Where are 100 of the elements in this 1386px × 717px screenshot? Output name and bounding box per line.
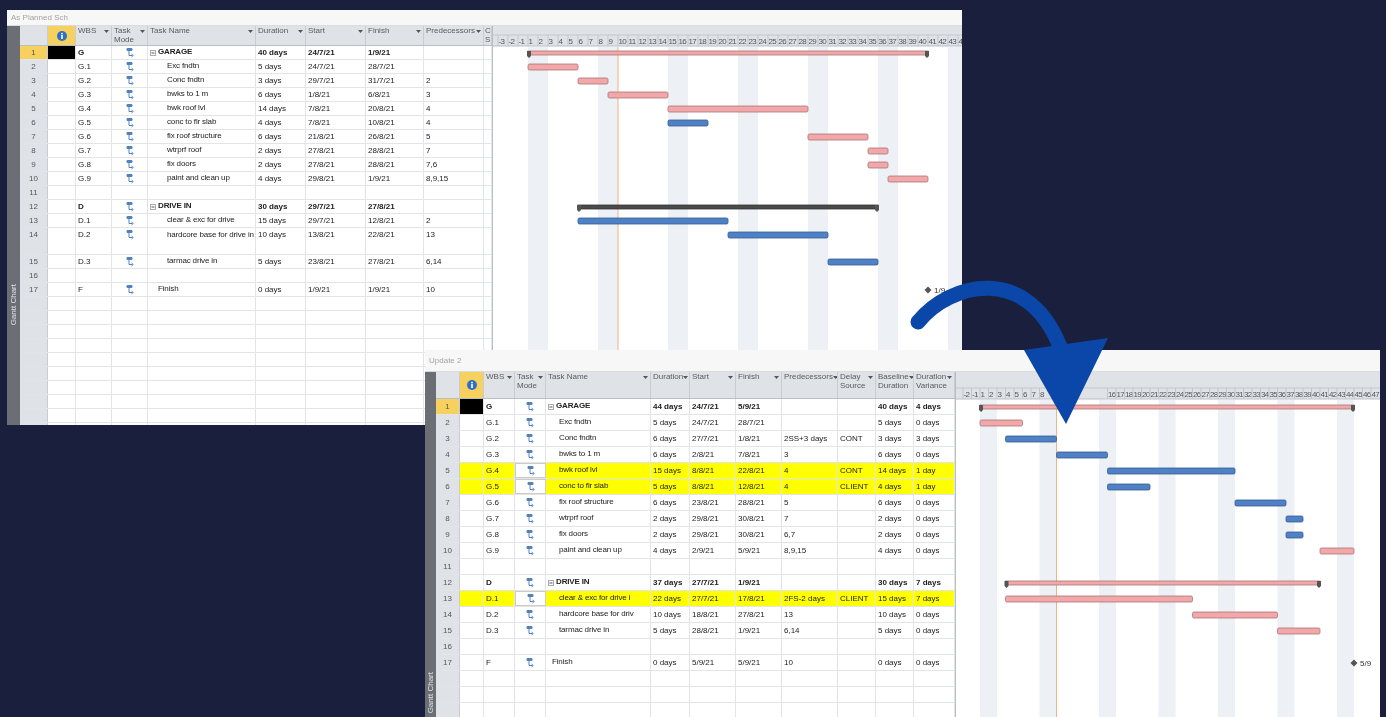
task-bar[interactable] xyxy=(867,147,889,155)
table-row[interactable]: 14 D.2 hardcore base for drive in 10 days 13/8/21 22/8/21 13 xyxy=(20,228,492,255)
table-row[interactable]: 11 xyxy=(20,186,492,200)
row-number[interactable]: 16 xyxy=(20,269,48,282)
table-row[interactable]: 12 D DRIVE IN 30 days 29/7/21 27/8/21 xyxy=(20,200,492,214)
row-number[interactable]: 14 xyxy=(20,228,48,254)
column-header[interactable]: WBS xyxy=(484,372,515,398)
table-row[interactable]: 15 D.3 tarmac drive in 5 days 23/8/21 27/8/21 6,14 xyxy=(20,255,492,269)
row-number[interactable]: 1 xyxy=(436,399,460,414)
table-row[interactable]: 14 D.2 hardcore base for driv 10 days 18/8/21 27/8/21 13 10 days 0 days xyxy=(436,607,955,623)
column-header[interactable]: Predecessors xyxy=(424,26,484,45)
table-row[interactable]: 3 G.2 Conc fndtn 6 days 27/7/21 1/8/21 2SS+3 days CONT 3 days 3 days xyxy=(436,431,955,447)
table-row[interactable]: 13 D.1 clear & exc for drive i 22 days 27/7/21 17/8/21 2FS-2 days CLIENT 15 days 7 days xyxy=(436,591,955,607)
row-header[interactable] xyxy=(20,409,48,422)
row-header[interactable] xyxy=(436,703,460,717)
column-header[interactable]: Start xyxy=(306,26,366,45)
task-bar[interactable] xyxy=(1107,483,1151,491)
row-number[interactable]: 5 xyxy=(20,102,48,115)
row-number[interactable]: 10 xyxy=(436,543,460,558)
table-row[interactable]: 1 G GARAGE 40 days 24/7/21 1/9/21 xyxy=(20,46,492,60)
row-number[interactable]: 9 xyxy=(20,158,48,171)
table-row[interactable]: 2 G.1 Exc fndtn 5 days 24/7/21 28/7/21 xyxy=(20,60,492,74)
row-number[interactable]: 9 xyxy=(436,527,460,542)
table-row[interactable]: 5 G.4 bwk roof lvl 14 days 7/8/21 20/8/21 4 xyxy=(20,102,492,116)
table-row[interactable]: 4 G.3 bwks to 1 m 6 days 1/8/21 6/8/21 3 xyxy=(20,88,492,102)
table-row[interactable]: 17 F Finish 0 days 5/9/21 5/9/21 10 0 days 0 days xyxy=(436,655,955,671)
row-number[interactable]: 12 xyxy=(20,200,48,213)
task-bar[interactable] xyxy=(887,175,929,183)
task-bar[interactable] xyxy=(1005,435,1057,443)
row-number[interactable]: 13 xyxy=(436,591,460,606)
table-row[interactable]: 16 xyxy=(436,639,955,655)
summary-bar[interactable] xyxy=(979,404,1355,412)
row-number[interactable]: 8 xyxy=(436,511,460,526)
column-header[interactable]: Delay Source xyxy=(838,372,876,398)
column-header[interactable]: Task Mode xyxy=(515,372,546,398)
table-row[interactable]: 10 G.9 paint and clean up 4 days 29/8/21 1/9/21 8,9,15 xyxy=(20,172,492,186)
milestone-diamond-icon[interactable] xyxy=(924,286,932,294)
column-header[interactable]: WBS xyxy=(76,26,112,45)
task-bar[interactable] xyxy=(577,77,609,85)
collapse-toggle-icon[interactable] xyxy=(150,49,156,56)
row-number[interactable]: 3 xyxy=(436,431,460,446)
column-header[interactable]: C S xyxy=(484,26,492,45)
column-header[interactable]: Predecessors xyxy=(782,372,838,398)
table-row[interactable]: 8 G.7 wtrprf roof 2 days 29/8/21 30/8/21 7 2 days 0 days xyxy=(436,511,955,527)
table-row[interactable]: 7 G.6 fix roof structure 6 days 21/8/21 26/8/21 5 xyxy=(20,130,492,144)
column-header[interactable]: Baseline Duration xyxy=(876,372,914,398)
row-number[interactable]: 17 xyxy=(20,283,48,296)
table-row[interactable]: 6 G.5 conc to flr slab 4 days 7/8/21 10/8/21 4 xyxy=(20,116,492,130)
row-number[interactable]: 14 xyxy=(436,607,460,622)
row-number[interactable]: 15 xyxy=(436,623,460,638)
table-row[interactable]: 9 G.8 fix doors 2 days 27/8/21 28/8/21 7,6 xyxy=(20,158,492,172)
row-number[interactable]: 1 xyxy=(20,46,48,59)
row-number[interactable]: 4 xyxy=(20,88,48,101)
task-bar[interactable] xyxy=(527,63,579,71)
column-header[interactable]: Start xyxy=(690,372,736,398)
column-header[interactable]: Duration xyxy=(256,26,306,45)
table-row[interactable]: 17 F Finish 0 days 1/9/21 1/9/21 10 xyxy=(20,283,492,297)
column-header[interactable]: Finish xyxy=(366,26,424,45)
table-row[interactable]: 16 xyxy=(20,269,492,283)
row-number[interactable]: 7 xyxy=(436,495,460,510)
task-bar[interactable] xyxy=(1234,499,1287,507)
summary-bar[interactable] xyxy=(577,204,879,212)
task-bar[interactable] xyxy=(667,119,709,127)
table-row[interactable]: 1 G GARAGE 44 days 24/7/21 5/9/21 40 days 4 days xyxy=(436,399,955,415)
row-number[interactable]: 8 xyxy=(20,144,48,157)
task-bar[interactable] xyxy=(607,91,669,99)
task-bar[interactable] xyxy=(1277,627,1321,635)
table-row[interactable]: 7 G.6 fix roof structure 6 days 23/8/21 28/8/21 5 6 days 0 days xyxy=(436,495,955,511)
table-row[interactable]: 8 G.7 wtrprf roof 2 days 27/8/21 28/8/21 7 xyxy=(20,144,492,158)
table-row[interactable]: 11 xyxy=(436,559,955,575)
column-header[interactable]: Task Mode xyxy=(112,26,148,45)
collapse-toggle-icon[interactable] xyxy=(150,203,156,210)
row-number[interactable]: 7 xyxy=(20,130,48,143)
row-number[interactable]: 16 xyxy=(436,639,460,654)
table-row[interactable]: 6 G.5 conc to flr slab 5 days 8/8/21 12/8/21 4 CLIENT 4 days 1 day xyxy=(436,479,955,495)
row-number[interactable]: 12 xyxy=(436,575,460,590)
row-number[interactable]: 3 xyxy=(20,74,48,87)
task-bar[interactable] xyxy=(1285,531,1304,539)
table-row[interactable]: 9 G.8 fix doors 2 days 29/8/21 30/8/21 6,7 2 days 0 days xyxy=(436,527,955,543)
row-number[interactable]: 11 xyxy=(20,186,48,199)
row-number[interactable]: 17 xyxy=(436,655,460,670)
task-bar[interactable] xyxy=(1285,515,1304,523)
table-row[interactable]: 4 G.3 bwks to 1 m 6 days 2/8/21 7/8/21 3 6 days 0 days xyxy=(436,447,955,463)
task-bar[interactable] xyxy=(807,133,869,141)
row-number[interactable]: 10 xyxy=(20,172,48,185)
collapse-toggle-icon[interactable] xyxy=(548,579,554,586)
row-number[interactable]: 15 xyxy=(20,255,48,268)
table-row[interactable]: 13 D.1 clear & exc for drive 15 days 29/7/21 12/8/21 2 xyxy=(20,214,492,228)
table-row[interactable]: 2 G.1 Exc fndtn 5 days 24/7/21 28/7/21 5 days 0 days xyxy=(436,415,955,431)
task-bar[interactable] xyxy=(1107,467,1236,475)
column-header[interactable]: Duration Variance xyxy=(914,372,955,398)
table-row[interactable]: 10 G.9 paint and clean up 4 days 2/9/21 5/9/21 8,9,15 4 days 0 days xyxy=(436,543,955,559)
table-row[interactable]: 15 D.3 tarmac drive in 5 days 28/8/21 1/9/21 6,14 5 days 0 days xyxy=(436,623,955,639)
task-bar[interactable] xyxy=(727,231,829,239)
task-bar[interactable] xyxy=(827,258,879,266)
row-number[interactable]: 6 xyxy=(436,479,460,494)
table-row[interactable]: 5 G.4 bwk roof lvl 15 days 8/8/21 22/8/21 4 CONT 14 days 1 day xyxy=(436,463,955,479)
row-number[interactable]: 4 xyxy=(436,447,460,462)
table-row[interactable]: 12 D DRIVE IN 37 days 27/7/21 1/9/21 30 days 7 days xyxy=(436,575,955,591)
row-number[interactable]: 11 xyxy=(436,559,460,574)
